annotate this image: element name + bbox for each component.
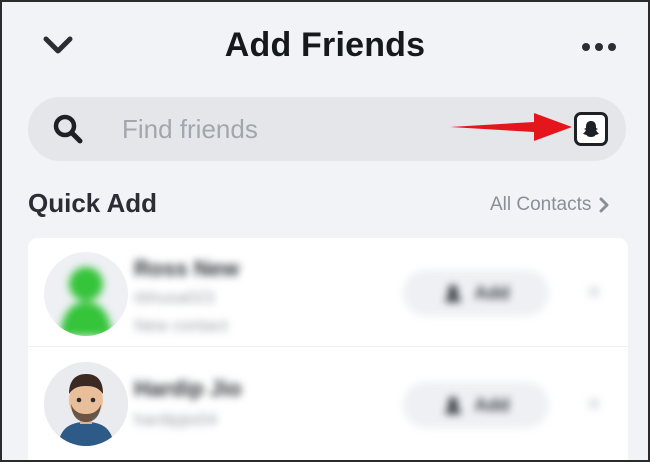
all-contacts-link[interactable]: All Contacts bbox=[490, 194, 609, 216]
more-dot bbox=[608, 43, 616, 51]
avatar bbox=[44, 362, 128, 446]
friend-name: Ross New bbox=[134, 256, 240, 281]
add-friends-screen: Add Friends Quick Add All Contacts bbox=[0, 0, 650, 462]
bitmoji-avatar-icon bbox=[44, 362, 128, 446]
dismiss-icon[interactable]: ✕ bbox=[584, 395, 604, 415]
divider bbox=[28, 346, 628, 347]
green-silhouette-icon bbox=[60, 267, 112, 336]
list-item[interactable]: Hardip Jio hardipjio04 Add ✕ bbox=[28, 348, 628, 456]
add-friend-button[interactable]: Add bbox=[403, 382, 549, 428]
red-arrow-annotation bbox=[450, 113, 572, 141]
snapcode-ghost-icon bbox=[583, 121, 599, 137]
list-item[interactable]: Ross New rbhusa023 New contact Add ✕ bbox=[28, 238, 628, 347]
avatar bbox=[44, 252, 128, 336]
header: Add Friends bbox=[2, 2, 648, 94]
friend-username: rbhusa023 bbox=[134, 288, 215, 307]
snapcode-scan-button[interactable] bbox=[574, 112, 608, 146]
quick-add-list: Ross New rbhusa023 New contact Add ✕ Har… bbox=[28, 238, 628, 460]
more-options-button[interactable] bbox=[574, 30, 624, 64]
more-dots-icon bbox=[582, 43, 590, 51]
add-user-icon bbox=[444, 397, 461, 414]
quick-add-heading: Quick Add bbox=[28, 188, 158, 218]
add-friend-button[interactable]: Add bbox=[403, 270, 549, 316]
more-dot bbox=[595, 43, 603, 51]
page-title: Add Friends bbox=[224, 26, 426, 64]
add-user-icon bbox=[444, 285, 461, 302]
friend-username: hardipjio04 bbox=[134, 410, 218, 429]
all-contacts-label: All Contacts bbox=[490, 194, 592, 215]
add-label: Add bbox=[474, 394, 510, 415]
friend-subtitle: New contact bbox=[134, 316, 228, 335]
dismiss-icon[interactable]: ✕ bbox=[584, 283, 604, 303]
add-label: Add bbox=[474, 282, 510, 303]
chevron-right-icon bbox=[599, 197, 609, 213]
search-icon bbox=[53, 114, 83, 144]
friend-name: Hardip Jio bbox=[134, 376, 242, 401]
search-input[interactable] bbox=[122, 109, 502, 149]
